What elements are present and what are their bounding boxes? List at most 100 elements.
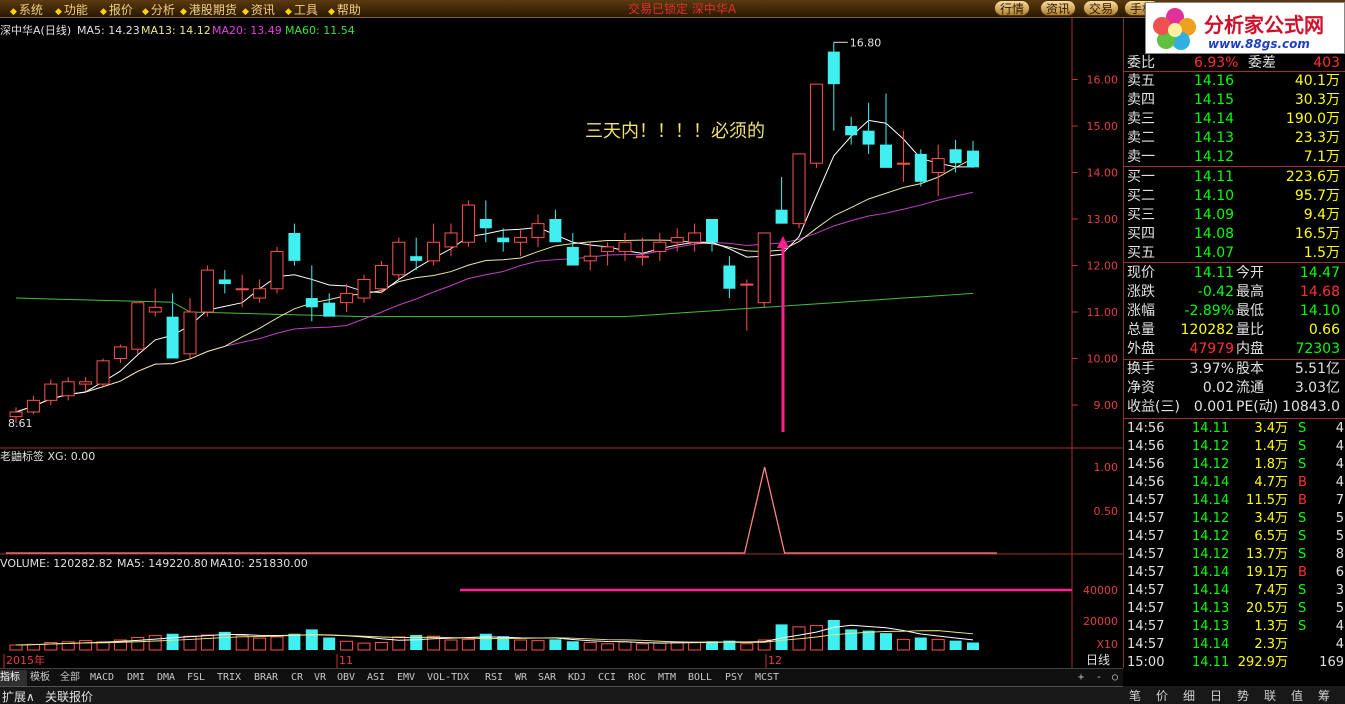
fund-value-2: 10843.0 xyxy=(1282,399,1340,415)
chart-svg[interactable]: 16.00 15.00 14.00 13.00 12.00 11.00 10.00 9.00 1… xyxy=(0,18,1123,668)
tick-count: 169 xyxy=(1319,655,1344,670)
right-tab-5[interactable]: 联 xyxy=(1264,687,1276,704)
top-button-1[interactable]: 资讯 xyxy=(1040,0,1077,16)
ask-row-4: 卖一 14.12 7.1万 xyxy=(1124,148,1345,166)
stat-row-1: 涨跌 -0.42 最高 14.68 xyxy=(1124,283,1345,301)
price-axis-label: 14.00 xyxy=(1087,167,1119,180)
tick-row: 14:57 14.14 11.5万 B 7 xyxy=(1124,492,1345,510)
indicator-tab-18[interactable]: KDJ xyxy=(568,670,595,686)
menu-bullet-icon: ◆ xyxy=(55,7,62,17)
right-tab-4[interactable]: 势 xyxy=(1237,687,1249,704)
menu-item-5[interactable]: ◆ 资讯 xyxy=(242,1,275,18)
price-axis-label: 15.00 xyxy=(1087,120,1119,133)
stat-value: 47979 xyxy=(1189,341,1234,357)
tick-count: 4 xyxy=(1335,439,1344,454)
candle-body-down xyxy=(949,149,962,164)
indicator-tab-10[interactable]: VR xyxy=(314,670,334,686)
indicator-tab-2[interactable]: 全部 xyxy=(60,670,87,686)
right-tab-7[interactable]: 筹 xyxy=(1318,687,1330,704)
tick-row: 14:57 14.12 6.5万 S 5 xyxy=(1124,528,1345,546)
minus-button[interactable]: - xyxy=(1096,670,1102,686)
indicator-tab-12[interactable]: ASI xyxy=(367,670,394,686)
indicator-tab-8[interactable]: BRAR xyxy=(254,670,288,686)
volume-bar-up xyxy=(79,640,93,651)
volume-bar-down xyxy=(566,641,579,650)
plus-button[interactable]: + xyxy=(1078,670,1084,686)
menu-item-6[interactable]: ◆ 工具 xyxy=(285,1,318,18)
right-tab-6[interactable]: 值 xyxy=(1291,687,1303,704)
tick-time: 14:57 xyxy=(1127,619,1165,634)
indicator-tab-9[interactable]: CR xyxy=(291,670,311,686)
right-tab-3[interactable]: 日 xyxy=(1210,687,1222,704)
indicator-tab-1[interactable]: 模板 xyxy=(30,670,57,686)
indicator-tab-19[interactable]: CCI xyxy=(598,670,625,686)
indicator-tab-20[interactable]: ROC xyxy=(628,670,655,686)
menu-item-2[interactable]: ◆ 报价 xyxy=(100,1,133,18)
fund-value-2: 5.51亿 xyxy=(1294,361,1340,377)
diff-label: 委差 xyxy=(1248,55,1276,71)
linked-quote-button[interactable]: 关联报价 xyxy=(45,688,93,704)
indicator-tab-15[interactable]: RSI xyxy=(485,670,512,686)
fund-value-2: 3.03亿 xyxy=(1294,380,1340,396)
candle-body-up xyxy=(148,306,162,313)
candle-body-up xyxy=(374,265,388,290)
ask-row-1: 卖四 14.15 30.3万 xyxy=(1124,91,1345,109)
menu-item-1[interactable]: ◆ 功能 xyxy=(55,1,88,18)
indicator-tab-13[interactable]: EMV xyxy=(397,670,424,686)
ask-price: 14.14 xyxy=(1194,111,1235,127)
indicator-tab-11[interactable]: OBV xyxy=(337,670,364,686)
menu-item-0[interactable]: ◆ 系统 xyxy=(10,1,43,18)
indicator-tab-24[interactable]: MCST xyxy=(755,670,789,686)
tick-time: 14:57 xyxy=(1127,565,1165,580)
tick-side: S xyxy=(1298,619,1307,634)
volume-bar-down xyxy=(914,637,927,650)
zoom-button[interactable]: ○ xyxy=(1112,670,1118,686)
top-button-2[interactable]: 交易 xyxy=(1083,0,1120,16)
indicator-tab-7[interactable]: TRIX xyxy=(217,670,251,686)
tick-price: 14.14 xyxy=(1192,475,1230,490)
ratio-value: 6.93% xyxy=(1194,55,1239,71)
top-button-0[interactable]: 行情 xyxy=(994,0,1031,16)
low-price-label: 8.61 xyxy=(8,417,33,430)
volume-axis-label: 20000 xyxy=(1083,615,1118,628)
expand-button[interactable]: 扩展∧ xyxy=(2,688,35,704)
stat-label-2: 今开 xyxy=(1236,265,1264,281)
indicator-axis-label: 1.00 xyxy=(1094,461,1119,474)
indicator-tab-22[interactable]: BOLL xyxy=(688,670,722,686)
ma5-label: MA5: 14.23 xyxy=(77,24,140,37)
kline-chart-area[interactable]: 16.00 15.00 14.00 13.00 12.00 11.00 10.00 9.00 1… xyxy=(0,18,1123,668)
menu-item-4[interactable]: ◆ 港股期货 xyxy=(180,1,237,18)
fund-label-2: 流通 xyxy=(1236,380,1264,396)
indicator-tab-16[interactable]: WR xyxy=(515,670,535,686)
menu-item-7[interactable]: ◆ 帮助 xyxy=(328,1,361,18)
menu-item-3[interactable]: ◆ 分析 xyxy=(142,1,175,18)
tick-count: 7 xyxy=(1335,493,1344,508)
indicator-tab-4[interactable]: DMI xyxy=(127,670,154,686)
indicator-tab-6[interactable]: FSL xyxy=(187,670,214,686)
indicator-tab-23[interactable]: PSY xyxy=(725,670,752,686)
indicator-tab-5[interactable]: DMA xyxy=(157,670,184,686)
volume-bar-up xyxy=(131,637,145,651)
indicator-tab-17[interactable]: SAR xyxy=(538,670,565,686)
tick-time: 14:56 xyxy=(1127,439,1165,454)
tick-count: 8 xyxy=(1335,547,1344,562)
logo-title: 分析家公式网 xyxy=(1204,13,1324,37)
ma20-label: MA20: 13.49 xyxy=(212,24,282,37)
candle-body-up xyxy=(270,251,284,290)
volume-bar-up xyxy=(357,642,371,651)
tick-count: 5 xyxy=(1335,511,1344,526)
indicator-tab-14[interactable]: VOL-TDX xyxy=(427,670,482,686)
indicator-tab-21[interactable]: MTM xyxy=(658,670,685,686)
right-tab-2[interactable]: 细 xyxy=(1183,687,1195,704)
menu-label: 资讯 xyxy=(250,3,275,17)
diff-value: 403 xyxy=(1313,55,1340,71)
right-tab-0[interactable]: 笔 xyxy=(1129,687,1141,704)
right-tab-1[interactable]: 价 xyxy=(1156,687,1168,704)
ask-label: 卖四 xyxy=(1127,92,1155,108)
indicator-tab-3[interactable]: MACD xyxy=(90,670,124,686)
tick-volume: 292.9万 xyxy=(1237,655,1288,670)
indicator-tab-0[interactable]: 指标 xyxy=(0,670,27,686)
ask-row-2: 卖三 14.14 190.0万 xyxy=(1124,110,1345,128)
ratio-label: 委比 xyxy=(1127,55,1155,71)
tick-row: 14:57 14.14 7.4万 S 3 xyxy=(1124,582,1345,600)
